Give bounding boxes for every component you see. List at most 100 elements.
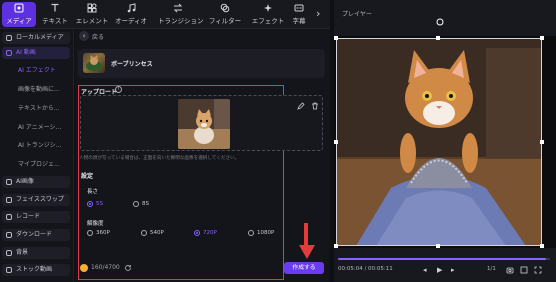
sidebar-item-download[interactable]: ダウンロード: [2, 229, 70, 241]
refresh-icon[interactable]: [124, 264, 132, 272]
sidebar-item-my-projects[interactable]: マイプロジェ...: [2, 159, 70, 171]
edit-icon[interactable]: [297, 102, 305, 110]
radio-label: 1080P: [257, 230, 275, 236]
sidebar-item-label: テキストから...: [18, 105, 60, 112]
ai-effect-panel: ‹ 戻る ボーブリンセス アップロード i 人物の顔が写っている場合は、正面を向…: [75, 29, 330, 282]
credits-value: 160/4700: [91, 264, 120, 271]
sidebar-item-record[interactable]: レコード: [2, 211, 70, 223]
timecode: 00:05:04 / 00:05:11: [338, 266, 393, 272]
radio-dot: [133, 201, 139, 207]
aspect-ratio-icon[interactable]: [520, 266, 528, 274]
effect-icon: [264, 4, 272, 12]
background-icon: [6, 250, 12, 256]
skip-back-icon[interactable]: ◂: [423, 266, 427, 274]
settings-title: 設定: [81, 173, 94, 180]
radio-dot: [87, 201, 93, 207]
sidebar-item-text-to-video[interactable]: テキストから...: [2, 103, 70, 115]
sidebar-item-label: AI エフェクト: [18, 67, 56, 74]
back-button[interactable]: ‹: [79, 31, 89, 41]
sidebar-item-background[interactable]: 背景: [2, 247, 70, 259]
sidebar-item-label: レコード: [16, 213, 41, 220]
resize-handle[interactable]: [540, 36, 544, 40]
sidebar-item-ai-transition[interactable]: AI トランジシ...: [2, 140, 70, 152]
resolution-title: 解像度: [87, 221, 104, 227]
download-icon: [6, 232, 12, 238]
length-option-5s[interactable]: 5S: [87, 200, 103, 208]
sidebar-item-label: AI トランジシ...: [18, 142, 62, 149]
playback-progress-bar[interactable]: [338, 258, 550, 260]
radio-dot: [141, 230, 147, 236]
tool-label: エレメント: [75, 17, 109, 25]
chevron-left-icon: ‹: [82, 32, 86, 40]
radio-label: 5S: [96, 201, 103, 207]
create-button[interactable]: 作成する: [284, 262, 324, 274]
tool-media[interactable]: メディア: [2, 2, 36, 27]
folder-icon: [6, 35, 12, 41]
radio-label: 360P: [96, 230, 110, 236]
cat-photo: [178, 99, 230, 149]
face-icon: [6, 197, 12, 203]
tool-transition[interactable]: トランジション: [158, 2, 204, 27]
sidebar-item-ai-image[interactable]: AI画像: [2, 176, 70, 188]
resize-handle[interactable]: [334, 36, 338, 40]
resolution-option-360p[interactable]: 360P: [87, 229, 110, 237]
radio-dot: [87, 230, 93, 236]
sidebar-item-local-media[interactable]: ローカルメディア: [2, 32, 70, 44]
trash-icon[interactable]: [311, 102, 319, 110]
rotate-icon[interactable]: [436, 18, 444, 26]
upload-dropzone[interactable]: [80, 95, 323, 151]
sidebar-item-image-to-video[interactable]: 画像を動画に...: [2, 84, 70, 96]
fullscreen-icon[interactable]: [534, 266, 542, 274]
sidebar-item-ai-animation[interactable]: AI アニメーシ...: [2, 122, 70, 134]
playback-speed[interactable]: 1/1: [487, 266, 496, 272]
sidebar-item-face-swap[interactable]: フェイススワップ: [2, 194, 70, 206]
resize-handle[interactable]: [540, 244, 544, 248]
chevron-right-icon[interactable]: ›: [316, 7, 328, 21]
tool-audio[interactable]: オーディオ: [114, 2, 148, 27]
player-canvas[interactable]: [334, 36, 556, 248]
snapshot-icon[interactable]: [506, 266, 514, 274]
coin-icon: [80, 264, 88, 272]
selected-style-card[interactable]: ボーブリンセス: [78, 49, 325, 78]
resize-handle[interactable]: [436, 36, 440, 40]
credits-counter: 160/4700: [80, 263, 120, 273]
resolution-option-720p[interactable]: 720P: [194, 229, 217, 237]
length-option-8s[interactable]: 8S: [133, 200, 149, 208]
top-toolbar: メディア テキスト エレメント オーディオ トランジション フィルター エフェク…: [0, 0, 330, 29]
tool-element[interactable]: エレメント: [75, 2, 109, 27]
tool-filter[interactable]: フィルター: [208, 2, 242, 27]
sidebar-item-label: AI アニメーシ...: [18, 124, 62, 131]
style-name: ボーブリンセス: [111, 61, 153, 68]
resize-handle[interactable]: [540, 140, 544, 144]
radio-dot: [194, 230, 200, 236]
audio-icon: [127, 3, 136, 13]
radio-label: 8S: [142, 201, 149, 207]
resize-handle[interactable]: [334, 140, 338, 144]
stock-video-icon: [6, 267, 12, 273]
selection-frame: [336, 38, 542, 246]
sidebar-item-ai-video[interactable]: AI 動画: [2, 47, 70, 59]
skip-forward-icon[interactable]: ▸: [451, 266, 455, 274]
upload-note: 人物の顔が写っている場合は、正面を向いた鮮明な画像を選択してください。: [79, 156, 240, 161]
sidebar-item-label: ダウンロード: [16, 231, 53, 238]
play-icon[interactable]: ▶: [437, 266, 442, 274]
resolution-option-540p[interactable]: 540P: [141, 229, 164, 237]
info-icon[interactable]: i: [115, 86, 122, 93]
resolution-option-1080p[interactable]: 1080P: [248, 229, 274, 237]
transition-icon: [173, 3, 183, 13]
record-icon: [6, 214, 12, 220]
filter-icon: [220, 3, 230, 13]
media-icon: [14, 3, 24, 13]
resize-handle[interactable]: [334, 244, 338, 248]
sidebar-item-label: AI 動画: [16, 49, 36, 56]
tool-label: オーディオ: [114, 17, 148, 25]
left-sidebar: ローカルメディア AI 動画 AI エフェクト 画像を動画に... テキストから…: [0, 29, 74, 282]
tool-text[interactable]: テキスト: [38, 2, 72, 27]
resize-handle[interactable]: [436, 244, 440, 248]
sidebar-item-stock-video[interactable]: ストック動画: [2, 264, 70, 276]
tool-subtitle[interactable]: 字幕: [286, 2, 312, 27]
tool-effect[interactable]: エフェクト: [251, 2, 285, 27]
sidebar-item-ai-effect[interactable]: AI エフェクト: [2, 65, 70, 77]
progress-fill: [338, 258, 546, 260]
ai-icon: [6, 50, 12, 56]
